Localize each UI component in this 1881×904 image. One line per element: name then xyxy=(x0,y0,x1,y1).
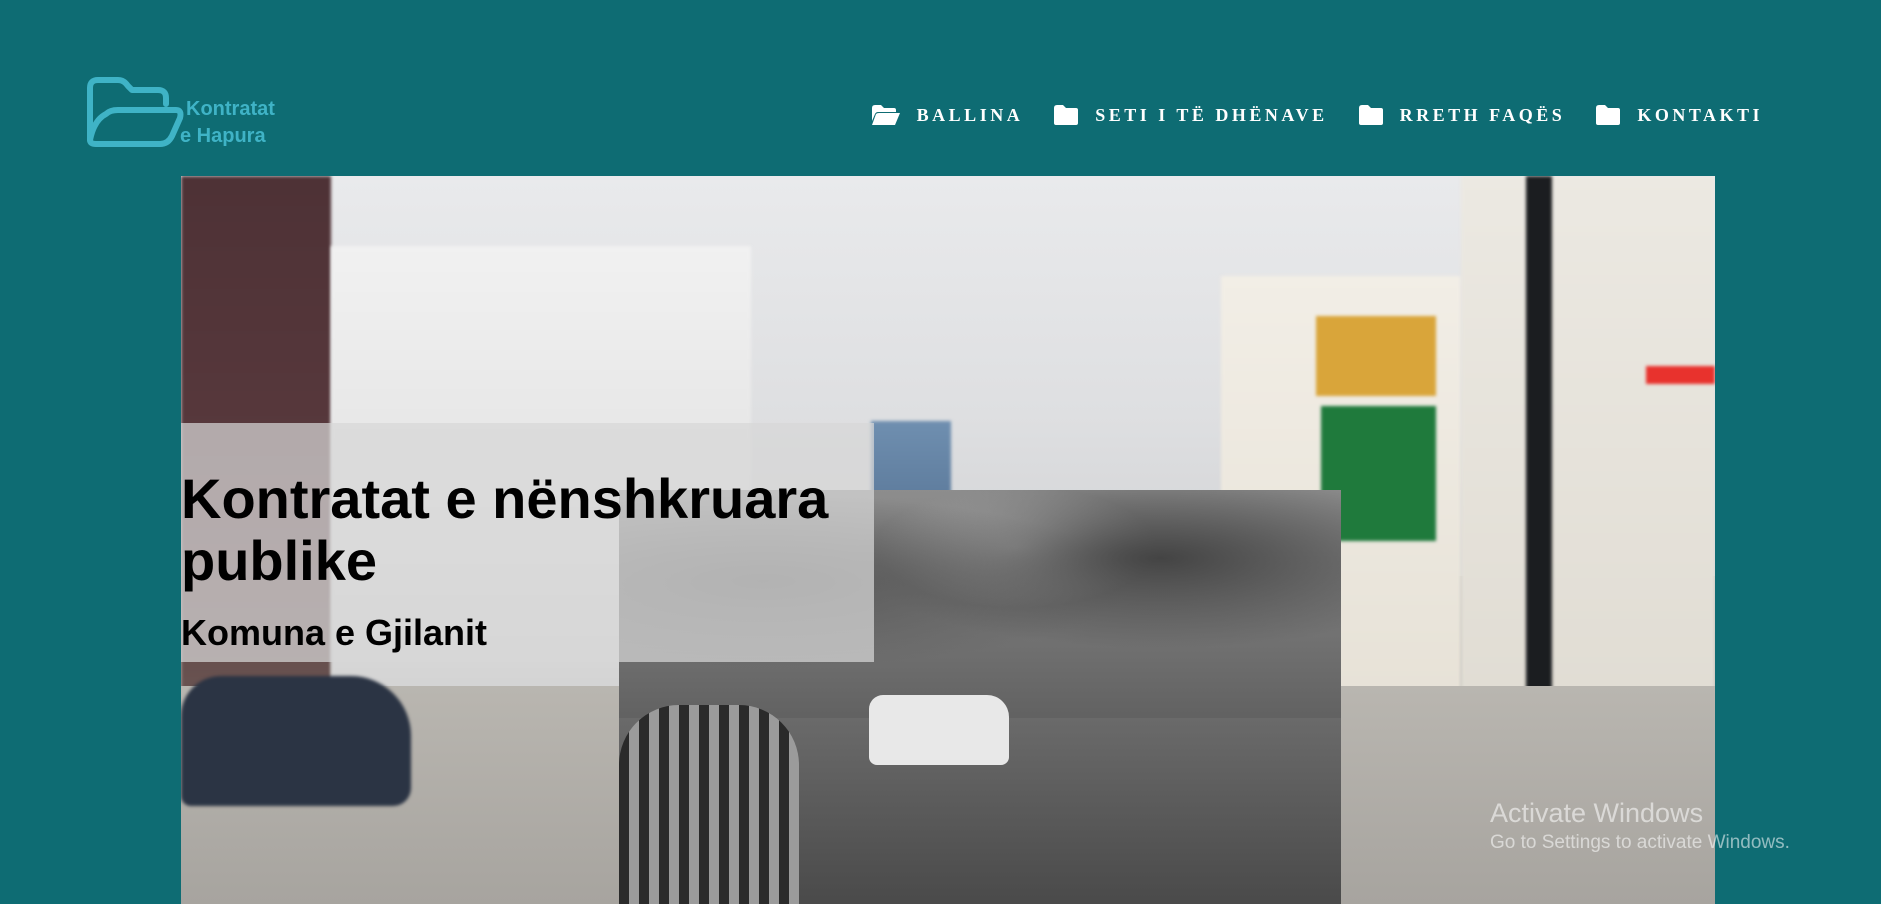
logo-line-2: e Hapura xyxy=(180,125,266,147)
folder-icon xyxy=(1054,105,1079,125)
page: Kontratat e Hapura BALLINA SETI I TË DHË… xyxy=(0,0,1881,904)
folder-open-icon xyxy=(871,105,900,125)
main-nav: BALLINA SETI I TË DHËNAVE RRETH FAQËS KO… xyxy=(871,104,1763,126)
logo-text: Kontratat e Hapura xyxy=(180,96,275,150)
nav-label-seti: SETI I TË DHËNAVE xyxy=(1095,104,1328,125)
hero-banner: Kontratat e nënshkruara publike Komuna e… xyxy=(181,176,1715,904)
nav-label-kontakti: KONTAKTI xyxy=(1637,104,1763,125)
hero-image-building-far-right xyxy=(1461,176,1715,736)
old-photo-man xyxy=(619,705,799,904)
watermark-line-1: Activate Windows xyxy=(1490,798,1704,828)
nav-item-seti[interactable]: SETI I TË DHËNAVE xyxy=(1053,104,1327,126)
hero-subtitle: Komuna e Gjilanit xyxy=(181,612,488,653)
folder-icon xyxy=(1596,105,1621,125)
logo-line-1: Kontratat xyxy=(186,98,275,120)
nav-label-ballina: BALLINA xyxy=(916,104,1024,125)
nav-item-rreth[interactable]: RRETH FAQËS xyxy=(1358,104,1566,126)
site-logo[interactable]: Kontratat e Hapura xyxy=(84,70,304,150)
hero-image-sign-yellow xyxy=(1316,316,1436,396)
folder-icon xyxy=(1358,105,1383,125)
hero-image-traffic-pole xyxy=(1526,176,1552,736)
nav-label-rreth: RRETH FAQËS xyxy=(1399,104,1566,125)
hero-image-car xyxy=(181,676,411,806)
old-photo-car xyxy=(869,695,1009,765)
nav-item-kontakti[interactable]: KONTAKTI xyxy=(1595,104,1763,126)
watermark-line-2: Go to Settings to activate Windows. xyxy=(1490,832,1790,853)
hero-image-red-light xyxy=(1646,366,1715,384)
nav-item-ballina[interactable]: BALLINA xyxy=(871,104,1024,126)
folder-outline-icon xyxy=(87,77,184,147)
windows-activation-watermark: Activate Windows Go to Settings to activ… xyxy=(1490,796,1790,856)
hero-title: Kontratat e nënshkruara publike xyxy=(181,467,829,592)
